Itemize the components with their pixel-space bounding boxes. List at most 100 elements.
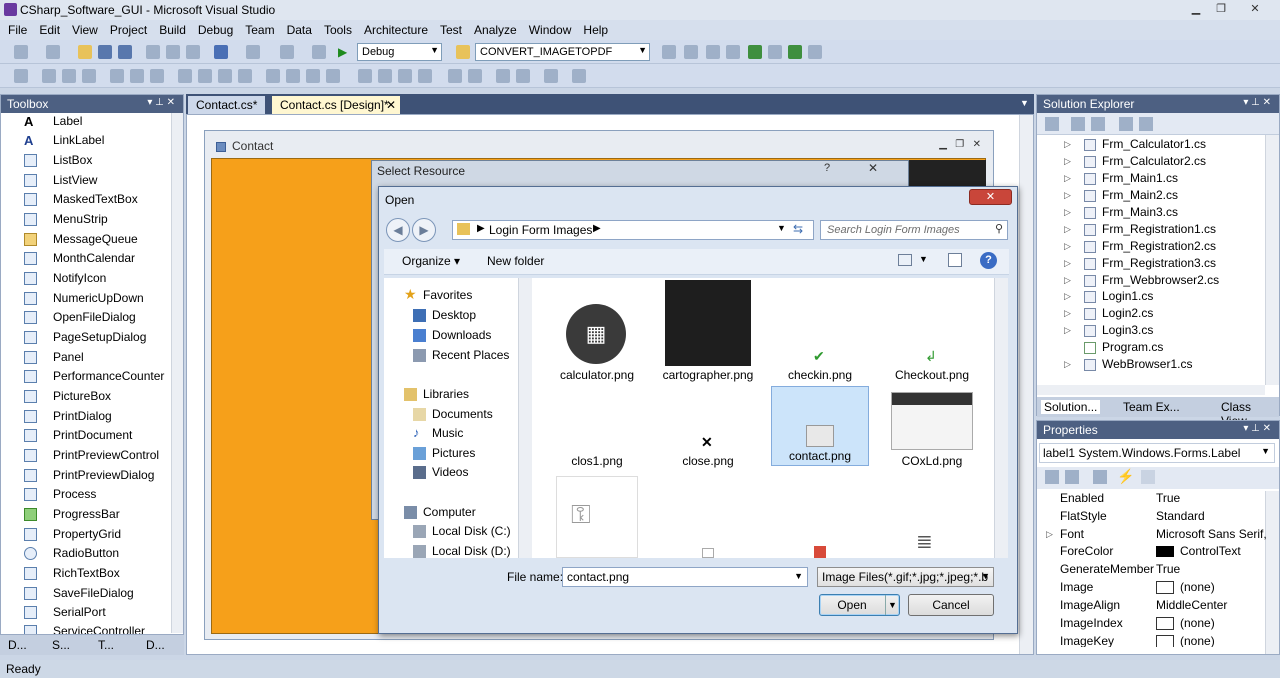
file-item-close[interactable]: ✕ close.png: [659, 388, 757, 468]
close-icon[interactable]: ✕: [868, 161, 888, 175]
tab-dropdown-icon[interactable]: ▼: [1012, 96, 1037, 114]
events-icon[interactable]: ⚡: [1117, 468, 1134, 485]
expand-icon[interactable]: ▷: [1046, 526, 1053, 543]
menu-view[interactable]: View: [66, 23, 104, 37]
chevron-down-icon[interactable]: ▼: [919, 254, 928, 264]
file-name-input[interactable]: contact.png ▼: [562, 567, 808, 587]
pin-icon[interactable]: ▾ ⊥ ✕: [1243, 97, 1271, 108]
menu-data[interactable]: Data: [281, 23, 318, 37]
show-all-files-icon[interactable]: [1071, 117, 1085, 131]
toolbox-item-numericupdown[interactable]: NumericUpDown: [24, 289, 174, 308]
toolbox-item-progressbar[interactable]: ProgressBar: [24, 505, 174, 524]
expand-icon[interactable]: ▷: [1064, 238, 1071, 255]
pin-icon[interactable]: ▾ ⊥ ✕: [1243, 423, 1271, 434]
property-row[interactable]: Enabled True: [1060, 490, 1270, 507]
toolbox-item-savefiledialog[interactable]: SaveFileDialog: [24, 584, 174, 603]
toolbox-item-propertygrid[interactable]: PropertyGrid: [24, 525, 174, 544]
property-row[interactable]: Image (none): [1060, 579, 1270, 596]
file-list-scrollbar[interactable]: [994, 278, 1008, 558]
remove-horizontal-spacing-icon[interactable]: [326, 69, 340, 83]
expand-icon[interactable]: ▷: [1064, 204, 1071, 221]
help-icon[interactable]: ?: [980, 252, 997, 269]
tab-team-explorer[interactable]: Team Ex...: [1123, 400, 1180, 414]
chevron-down-icon[interactable]: ▼: [777, 223, 786, 233]
minimize-button[interactable]: ▁: [1184, 1, 1208, 17]
properties-icon[interactable]: [684, 45, 698, 59]
toolbox-item-monthcalendar[interactable]: MonthCalendar: [24, 249, 174, 268]
toolbox-item-messagequeue[interactable]: MessageQueue: [24, 230, 174, 249]
expand-icon[interactable]: ▷: [1064, 288, 1071, 305]
view-code-icon[interactable]: [1119, 117, 1133, 131]
document-icon[interactable]: ≣: [916, 528, 944, 556]
object-selector[interactable]: label1 System.Windows.Forms.Label ▼: [1039, 443, 1275, 463]
property-row[interactable]: ▷ Font Microsoft Sans Serif,: [1046, 526, 1270, 543]
menu-team[interactable]: Team: [239, 23, 280, 37]
close-button[interactable]: ✕: [1243, 1, 1267, 17]
bottom-tab-3[interactable]: D...: [146, 638, 165, 652]
extension-manager-icon[interactable]: [768, 45, 782, 59]
file-type-dropdown[interactable]: Image Files(*.gif;*.jpg;*.jpeg;*.b ▼: [817, 567, 994, 587]
change-view-icon[interactable]: [898, 254, 912, 266]
close-icon[interactable]: ✕: [969, 189, 1012, 205]
properties-icon[interactable]: [1093, 470, 1107, 484]
property-row[interactable]: FlatStyle Standard: [1060, 508, 1270, 525]
save-icon[interactable]: [98, 45, 112, 59]
tab-contact-code[interactable]: Contact.cs*: [188, 96, 266, 114]
nav-scrollbar[interactable]: [518, 278, 532, 558]
expand-icon[interactable]: ▷: [1064, 221, 1071, 238]
address-bar[interactable]: ▶ Login Form Images ▶ ▼ ⇆: [452, 220, 814, 240]
toolbox-item-servicecontroller[interactable]: ServiceController: [24, 622, 174, 634]
menu-debug[interactable]: Debug: [192, 23, 239, 37]
toolbox-item-printdocument[interactable]: PrintDocument: [24, 426, 174, 445]
toolbox-item-listview[interactable]: ListView: [24, 171, 174, 190]
solution-scrollbar[interactable]: [1265, 135, 1279, 385]
center-vertically-icon[interactable]: [468, 69, 482, 83]
toolbox-item-richtextbox[interactable]: RichTextBox: [24, 564, 174, 583]
toolbox-item-listbox[interactable]: ListBox: [24, 151, 174, 170]
toolbox-item-notifyicon[interactable]: NotifyIcon: [24, 269, 174, 288]
paste-icon[interactable]: [186, 45, 200, 59]
menu-build[interactable]: Build: [153, 23, 192, 37]
copy-icon[interactable]: [166, 45, 180, 59]
increase-vertical-spacing-icon[interactable]: [378, 69, 392, 83]
expand-icon[interactable]: ▷: [1064, 255, 1071, 272]
property-row[interactable]: ImageKey (none): [1060, 633, 1270, 647]
expand-icon[interactable]: ▷: [1064, 187, 1071, 204]
navigate-forward-icon[interactable]: [312, 45, 326, 59]
toolbox-item-maskedtextbox[interactable]: MaskedTextBox: [24, 190, 174, 209]
property-row[interactable]: ImageIndex (none): [1060, 615, 1270, 632]
property-row[interactable]: ImageAlign MiddleCenter: [1060, 597, 1270, 614]
expand-icon[interactable]: ▷: [1064, 305, 1071, 322]
designer-scrollbar[interactable]: [1019, 115, 1033, 654]
solution-hscrollbar[interactable]: [1037, 385, 1265, 395]
expand-icon[interactable]: ▷: [1064, 272, 1071, 289]
alphabetical-icon[interactable]: [1065, 470, 1079, 484]
menu-edit[interactable]: Edit: [33, 23, 66, 37]
save-all-icon[interactable]: [118, 45, 132, 59]
menu-architecture[interactable]: Architecture: [358, 23, 434, 37]
property-pages-icon[interactable]: [1141, 470, 1155, 484]
toolbox-item-pagesetupdialog[interactable]: PageSetupDialog: [24, 328, 174, 347]
menu-test[interactable]: Test: [434, 23, 468, 37]
toolbox-item-performancecounter[interactable]: PerformanceCounter: [24, 367, 174, 386]
toolbox-icon[interactable]: [726, 45, 740, 59]
expand-icon[interactable]: ▷: [1064, 153, 1071, 170]
tab-contact-design[interactable]: Contact.cs [Design]* ✕: [272, 96, 400, 114]
center-horizontally-icon[interactable]: [448, 69, 462, 83]
toolbox-item-picturebox[interactable]: PictureBox: [24, 387, 174, 406]
bottom-tab-toolbox[interactable]: T...: [98, 638, 114, 652]
bottom-tab-1[interactable]: S...: [52, 638, 70, 652]
remove-vertical-spacing-icon[interactable]: [418, 69, 432, 83]
chevron-down-icon[interactable]: ▼: [885, 595, 899, 615]
file-item-key[interactable]: ⚿: [556, 476, 638, 558]
toolbox-item-linklabel[interactable]: A LinkLabel: [24, 131, 174, 150]
open-file-icon[interactable]: [78, 45, 92, 59]
categorized-icon[interactable]: [1045, 470, 1059, 484]
expand-icon[interactable]: ▷: [1064, 136, 1071, 153]
configuration-dropdown[interactable]: Debug ▼: [357, 43, 442, 61]
file-thumbnail-red[interactable]: [814, 546, 826, 558]
size-to-grid-icon[interactable]: [238, 69, 252, 83]
align-centers-icon[interactable]: [62, 69, 76, 83]
bottom-tab-0[interactable]: D...: [8, 638, 27, 652]
solution-explorer-icon[interactable]: [662, 45, 676, 59]
